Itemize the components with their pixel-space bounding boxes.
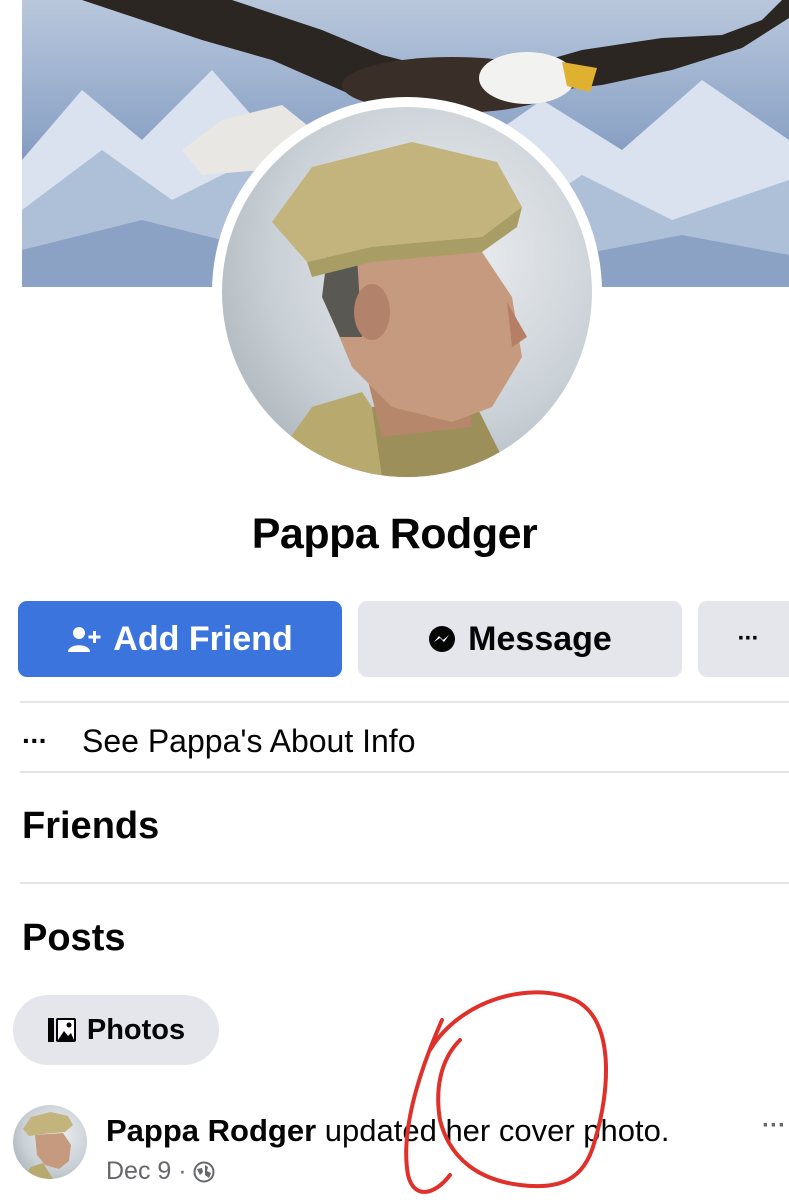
profile-picture[interactable] [222,107,592,477]
photos-chip[interactable]: Photos [13,995,219,1065]
messenger-icon [428,625,456,653]
post-date[interactable]: Dec 9 · [106,1157,187,1186]
person-add-icon [67,625,101,653]
about-info-label: See Pappa's About Info [82,722,416,759]
message-label: Message [468,619,612,658]
globe-icon [193,1161,215,1183]
profile-name: Pappa Rodger [251,510,538,558]
post-action-text: updated her cover photo. [316,1113,670,1148]
photo-icon [47,1017,77,1043]
add-friend-button[interactable]: Add Friend [18,601,342,677]
about-info-link[interactable]: ··· See Pappa's About Info [22,718,415,764]
post-avatar[interactable] [13,1105,87,1179]
more-options-button[interactable]: ··· [698,601,789,677]
divider [20,771,789,773]
friends-heading: Friends [22,805,160,847]
post-headline: Pappa Rodger updated her cover photo. [106,1113,669,1149]
divider [20,882,789,884]
posts-heading: Posts [22,917,126,959]
photos-label: Photos [86,1013,186,1046]
add-friend-label: Add Friend [113,619,293,658]
post-meta: Dec 9 · [106,1157,215,1186]
post-more-button[interactable]: ··· [762,1112,786,1140]
message-button[interactable]: Message [358,601,682,677]
annotation-circle [404,990,608,1194]
divider [20,701,789,703]
more-options-label: ··· [737,625,760,652]
more-dots-icon: ··· [22,725,48,756]
post-author-link[interactable]: Pappa Rodger [106,1113,316,1148]
